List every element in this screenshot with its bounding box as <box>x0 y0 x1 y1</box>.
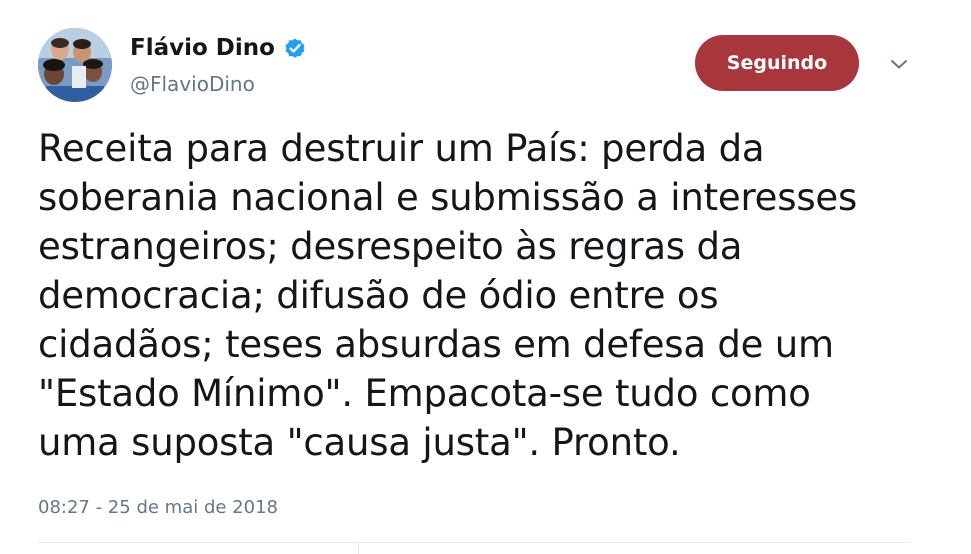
tweet-text-line: cidadãos; teses absurdas em defesa de um <box>38 323 834 366</box>
tweet-timestamp[interactable]: 08:27 - 25 de mai de 2018 <box>38 497 278 518</box>
tweet-text: Receita para destruir um País: perda da … <box>38 124 938 467</box>
tweet-text-line: "Estado Mínimo". Empacota-se tudo como <box>38 372 811 415</box>
chevron-down-icon[interactable] <box>885 52 913 76</box>
divider <box>38 542 911 543</box>
verified-badge-icon <box>283 36 307 60</box>
author-handle[interactable]: @FlavioDino <box>130 72 255 96</box>
author-name-row: Flávio Dino <box>130 32 307 64</box>
tweet-card: Flávio Dino @FlavioDino Seguindo Receita… <box>0 0 971 554</box>
tweet-text-line: estrangeiros; desrespeito às regras da <box>38 225 743 268</box>
divider <box>358 543 359 554</box>
following-button[interactable]: Seguindo <box>695 35 859 91</box>
author-avatar[interactable] <box>38 28 112 102</box>
tweet-text-line: democracia; difusão de ódio entre os <box>38 274 719 317</box>
author-display-name[interactable]: Flávio Dino <box>130 35 275 61</box>
tweet-text-line: uma suposta "causa justa". Pronto. <box>38 421 681 464</box>
avatar-photo <box>38 28 112 102</box>
tweet-text-line: Receita para destruir um País: perda da <box>38 127 765 170</box>
tweet-text-line: soberania nacional e submissão a interes… <box>38 176 858 219</box>
